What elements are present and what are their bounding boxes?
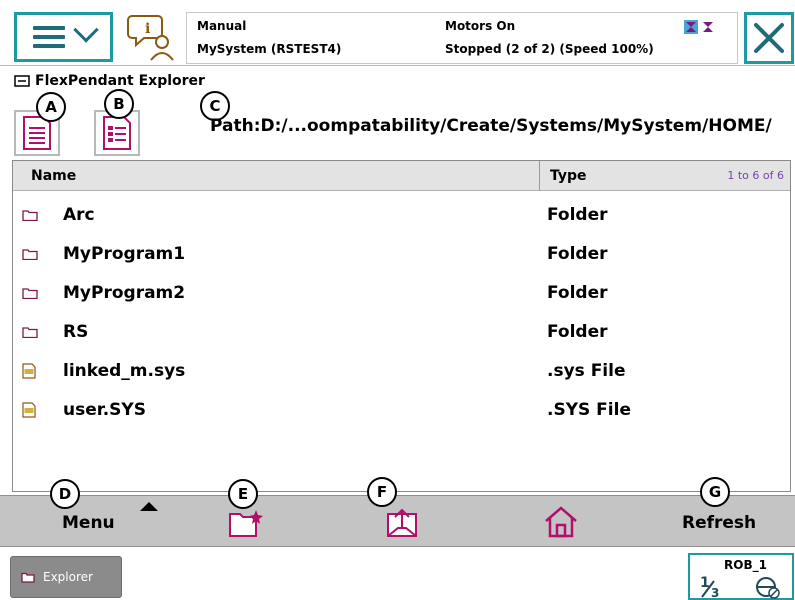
sys-file-icon [22, 363, 36, 379]
row-name: MyProgram1 [63, 244, 186, 264]
caret-up-icon [140, 502, 158, 511]
table-row[interactable]: RS Folder [13, 313, 790, 352]
current-path: Path:D:/...oompatability/Create/Systems/… [210, 116, 772, 136]
top-status-bar: i Manual MySystem (RSTEST4) Motors On St… [0, 0, 795, 66]
table-row[interactable]: user.SYS .SYS File [13, 391, 790, 430]
svg-text:3: 3 [711, 586, 719, 599]
open-parent-folder-button[interactable] [386, 506, 418, 538]
column-divider[interactable] [539, 161, 540, 191]
table-header: Name Type 1 to 6 of 6 [13, 161, 790, 191]
folder-icon [22, 288, 38, 299]
row-name: user.SYS [63, 400, 146, 420]
abb-menu-button[interactable] [14, 12, 113, 62]
table-row[interactable]: linked_m.sys .sys File [13, 352, 790, 391]
detailed-view-icon [103, 116, 131, 150]
item-count: 1 to 6 of 6 [727, 169, 784, 182]
folder-icon [22, 249, 38, 260]
explorer-task-button[interactable]: Explorer [10, 556, 122, 598]
row-name: linked_m.sys [63, 361, 186, 381]
table-row[interactable]: MyProgram1 Folder [13, 235, 790, 274]
program-state: Stopped (2 of 2) (Speed 100%) [445, 42, 654, 56]
callout-badge-a: A [36, 92, 66, 122]
window-title: FlexPendant Explorer [14, 73, 205, 89]
hamburger-icon [32, 26, 65, 48]
operating-mode: Manual [197, 19, 247, 33]
row-name: RS [63, 322, 89, 342]
svg-text:i: i [145, 21, 150, 37]
folder-icon [21, 572, 35, 583]
row-name: MyProgram2 [63, 283, 186, 303]
chevron-down-icon [72, 17, 99, 43]
row-type: .SYS File [547, 400, 631, 420]
refresh-button[interactable]: Refresh [682, 513, 756, 533]
sys-file-icon [22, 402, 36, 418]
folder-icon [22, 327, 38, 338]
callout-badge-b: B [104, 89, 134, 119]
row-type: Folder [547, 322, 608, 342]
file-list: Name Type 1 to 6 of 6 Arc Folder MyProgr… [12, 160, 791, 492]
event-log-icon: i [127, 15, 174, 61]
home-folder-button[interactable] [544, 505, 578, 539]
column-header-type[interactable]: Type [550, 168, 587, 184]
motors-status: Motors On [445, 19, 516, 33]
close-button[interactable] [744, 12, 794, 64]
table-row[interactable]: MyProgram2 Folder [13, 274, 790, 313]
new-folder-button[interactable] [228, 508, 264, 538]
close-icon [754, 23, 784, 53]
callout-badge-e: E [228, 479, 258, 509]
callout-badge-g: G [700, 477, 730, 507]
folder-icon [22, 210, 38, 221]
row-type: Folder [547, 205, 608, 225]
column-header-name[interactable]: Name [31, 168, 76, 184]
row-name: Arc [63, 205, 95, 225]
callout-badge-f: F [367, 477, 397, 507]
command-bar: Menu Refresh [0, 495, 795, 547]
callout-badge-d: D [50, 479, 80, 509]
system-name: MySystem (RSTEST4) [197, 42, 342, 56]
menu-button[interactable]: Menu [62, 513, 115, 533]
robot-status-icon [684, 20, 713, 34]
explorer-task-label: Explorer [43, 570, 93, 584]
status-panel[interactable]: Manual MySystem (RSTEST4) Motors On Stop… [186, 12, 738, 64]
quickset-icons: 1 3 [700, 575, 780, 599]
explorer-window-icon [14, 75, 30, 87]
mechanical-unit-label: ROB_1 [724, 558, 767, 572]
quickset-button[interactable]: ROB_1 1 3 [688, 553, 794, 600]
row-type: Folder [547, 283, 608, 303]
window-title-label: FlexPendant Explorer [35, 73, 205, 89]
row-type: .sys File [547, 361, 626, 381]
event-log-button[interactable]: i [126, 12, 180, 62]
row-type: Folder [547, 244, 608, 264]
table-row[interactable]: Arc Folder [13, 196, 790, 235]
